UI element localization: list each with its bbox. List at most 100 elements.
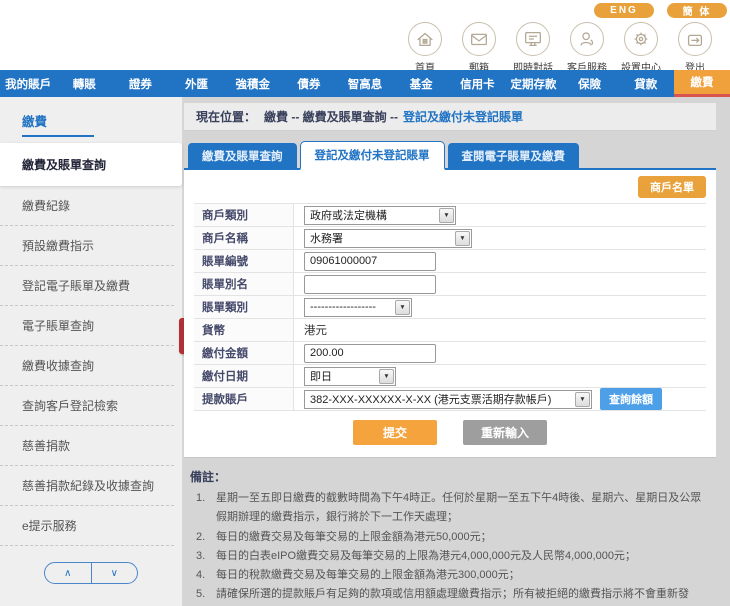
sidebar-item-繳費及賬單查詢[interactable]: 繳費及賬單查詢 bbox=[0, 143, 182, 186]
nav-item-信用卡[interactable]: 信用卡 bbox=[449, 70, 505, 97]
bill-number-field bbox=[294, 252, 706, 271]
bill-type-select[interactable]: ------------------▼ bbox=[304, 298, 412, 317]
merchant-name-selected-value: 水務署 bbox=[310, 230, 343, 246]
breadcrumb-current: 登記及繳付未登記賬單 bbox=[403, 108, 523, 125]
main-navigation: 我的賬戶轉賬證券外匯強積金債券智高息基金信用卡定期存款保險貸款繳費 bbox=[0, 70, 730, 97]
tab-bar: 繳費及賬單查詢登記及繳付未登記賬單查閱電子賬單及繳費 bbox=[184, 141, 716, 170]
bill-number-input[interactable] bbox=[304, 252, 436, 271]
form-row-currency: 貨幣港元 bbox=[194, 319, 706, 342]
sidebar-item-繳費紀錄[interactable]: 繳費紀錄 bbox=[0, 186, 174, 226]
form-row-debit-account: 提款賬戶382-XXX-XXXXXX-X-XX (港元支票活期存款帳戶)▼查詢餘… bbox=[194, 388, 706, 411]
tab-繳費及賬單查詢[interactable]: 繳費及賬單查詢 bbox=[188, 143, 297, 168]
form-row-amount: 繳付金額 bbox=[194, 342, 706, 365]
currency-value: 港元 bbox=[304, 322, 327, 338]
sidebar-item-繳費收據查詢[interactable]: 繳費收據查詢 bbox=[0, 346, 174, 386]
nav-item-債券[interactable]: 債券 bbox=[281, 70, 337, 97]
nav-item-貸款[interactable]: 貸款 bbox=[618, 70, 674, 97]
pay-date-select[interactable]: 即日▼ bbox=[304, 367, 396, 386]
tab-查閱電子賬單及繳費[interactable]: 查閱電子賬單及繳費 bbox=[448, 143, 580, 168]
chevron-down-icon: ▼ bbox=[379, 369, 394, 384]
notes-section: 備註： 星期一至五即日繳費的截數時間為下午4時正。任何於星期一至五下午4時後、星… bbox=[184, 458, 716, 606]
form-row-bill-alias: 賬單別名 bbox=[194, 273, 706, 296]
sidebar-item-登記電子賬單及繳費[interactable]: 登記電子賬單及繳費 bbox=[0, 266, 174, 306]
form-row-pay-date: 繳付日期即日▼ bbox=[194, 365, 706, 388]
bill-type-selected-value: ------------------ bbox=[310, 301, 376, 313]
sidebar-item-慈善捐款[interactable]: 慈善捐款 bbox=[0, 426, 174, 466]
note-item-1: 星期一至五即日繳費的截數時間為下午4時正。任何於星期一至五下午4時後、星期六、星… bbox=[190, 489, 710, 528]
debit-account-select[interactable]: 382-XXX-XXXXXX-X-XX (港元支票活期存款帳戶)▼ bbox=[304, 390, 592, 409]
pay-date-label: 繳付日期 bbox=[194, 365, 294, 387]
bill-alias-field bbox=[294, 275, 706, 294]
amount-label: 繳付金額 bbox=[194, 342, 294, 364]
bill-alias-label: 賬單別名 bbox=[194, 273, 294, 295]
payment-form: 商戶類別政府或法定機構 ▼ 商戶名稱水務署 ▼ 賬單編號賬單別名賬單類別 --------… bbox=[194, 203, 706, 411]
language-buttons: ENG 簡 体 bbox=[594, 3, 727, 18]
bill-type-label: 賬單類別 bbox=[194, 296, 294, 318]
merchant-type-selected-value: 政府或法定機構 bbox=[310, 207, 387, 223]
bill-alias-input[interactable] bbox=[304, 275, 436, 294]
main-content: 現在位置： 繳費 -- 繳費及賬單查詢 -- 登記及繳付未登記賬單 繳費及賬單查… bbox=[184, 97, 730, 606]
merchant-name-label: 商戶名稱 bbox=[194, 227, 294, 249]
scroll-down-icon[interactable]: ∨ bbox=[92, 563, 138, 583]
mail-shortcut[interactable]: 郵箱 bbox=[452, 22, 506, 74]
sidebar-scroll-control: ∧ ∨ bbox=[44, 562, 138, 584]
sidebar-header: 繳費 bbox=[22, 111, 94, 137]
nav-item-轉賬[interactable]: 轉賬 bbox=[56, 70, 112, 97]
nav-item-保險[interactable]: 保險 bbox=[562, 70, 618, 97]
page: ENG 簡 体 首頁郵箱即時對話客戶服務設置中心登出 我的賬戶轉賬證券外匯強積金債… bbox=[0, 0, 730, 606]
currency-field: 港元 bbox=[294, 322, 706, 338]
chevron-down-icon: ▼ bbox=[439, 208, 454, 223]
home-shortcut[interactable]: 首頁 bbox=[398, 22, 452, 74]
chevron-down-icon: ▼ bbox=[575, 392, 590, 407]
live-chat-shortcut[interactable]: 即時對話 bbox=[506, 22, 560, 74]
note-item-5: 請確保所選的提款賬戶有足夠的款項或信用額處理繳費指示；所有被拒絕的繳費指示將不會… bbox=[190, 585, 710, 606]
simplified-language-button[interactable]: 簡 体 bbox=[667, 3, 727, 18]
sidebar-item-慈善捐款紀錄及收據查詢[interactable]: 慈善捐款紀錄及收據查詢 bbox=[0, 466, 174, 506]
note-item-2: 每日的繳費交易及每筆交易的上限金額為港元50,000元； bbox=[190, 528, 710, 547]
eng-language-button[interactable]: ENG bbox=[594, 3, 654, 18]
merchant-type-field: 政府或法定機構 ▼ bbox=[294, 206, 706, 225]
sidebar-item-查詢客戶登記檢索[interactable]: 查詢客戶登記檢索 bbox=[0, 386, 174, 426]
currency-label: 貨幣 bbox=[194, 319, 294, 341]
reset-button[interactable]: 重新輸入 bbox=[463, 420, 547, 445]
check-balance-button[interactable]: 查詢餘額 bbox=[600, 388, 662, 410]
logout-icon bbox=[678, 22, 712, 56]
settings-icon bbox=[624, 22, 658, 56]
sidebar-item-預設繳費指示[interactable]: 預設繳費指示 bbox=[0, 226, 174, 266]
amount-input[interactable] bbox=[304, 344, 436, 363]
sidebar-list: 繳費及賬單查詢繳費紀錄預設繳費指示登記電子賬單及繳費電子賬單查詢繳費收據查詢查詢… bbox=[0, 143, 182, 546]
note-item-4: 每日的稅款繳費交易及每筆交易的上限金額為港元300,000元； bbox=[190, 566, 710, 585]
quick-icon-row: 首頁郵箱即時對話客戶服務設置中心登出 bbox=[398, 22, 722, 74]
submit-button[interactable]: 提交 bbox=[353, 420, 437, 445]
nav-item-定期存款[interactable]: 定期存款 bbox=[505, 70, 561, 97]
sidebar-item-電子賬單查詢[interactable]: 電子賬單查詢 bbox=[0, 306, 174, 346]
merchant-name-field: 水務署 ▼ bbox=[294, 229, 706, 248]
nav-item-智高息[interactable]: 智高息 bbox=[337, 70, 393, 97]
chevron-down-icon: ▼ bbox=[455, 231, 470, 246]
nav-item-基金[interactable]: 基金 bbox=[393, 70, 449, 97]
breadcrumb-prefix: 現在位置： bbox=[196, 108, 256, 125]
breadcrumb: 現在位置： 繳費 -- 繳費及賬單查詢 -- 登記及繳付未登記賬單 bbox=[184, 103, 716, 131]
form-row-bill-number: 賬單編號 bbox=[194, 250, 706, 273]
bill-type-field: ------------------▼ bbox=[294, 298, 706, 317]
merchant-type-label: 商戶類別 bbox=[194, 204, 294, 226]
logout-shortcut[interactable]: 登出 bbox=[668, 22, 722, 74]
nav-item-外匯[interactable]: 外匯 bbox=[168, 70, 224, 97]
merchant-type-select[interactable]: 政府或法定機構 ▼ bbox=[304, 206, 456, 225]
sidebar: 繳費 繳費及賬單查詢繳費紀錄預設繳費指示登記電子賬單及繳費電子賬單查詢繳費收據查… bbox=[0, 97, 183, 606]
merchant-name-select[interactable]: 水務署 ▼ bbox=[304, 229, 472, 248]
breadcrumb-path: 繳費 -- 繳費及賬單查詢 -- bbox=[264, 108, 398, 125]
nav-item-強積金[interactable]: 強積金 bbox=[225, 70, 281, 97]
nav-item-證券[interactable]: 證券 bbox=[112, 70, 168, 97]
sidebar-item-e提示服務[interactable]: e提示服務 bbox=[0, 506, 174, 546]
tab-登記及繳付未登記賬單[interactable]: 登記及繳付未登記賬單 bbox=[300, 141, 445, 170]
nav-item-我的賬戶[interactable]: 我的賬戶 bbox=[0, 70, 56, 97]
debit-account-field: 382-XXX-XXXXXX-X-XX (港元支票活期存款帳戶)▼ 查詢餘額 bbox=[294, 388, 706, 410]
settings-shortcut[interactable]: 設置中心 bbox=[614, 22, 668, 74]
live-chat-icon bbox=[516, 22, 550, 56]
scroll-up-icon[interactable]: ∧ bbox=[45, 563, 92, 583]
customer-service-shortcut[interactable]: 客戶服務 bbox=[560, 22, 614, 74]
merchant-list-button[interactable]: 商戶名單 bbox=[638, 176, 706, 198]
home-icon bbox=[408, 22, 442, 56]
nav-item-繳費[interactable]: 繳費 bbox=[674, 70, 730, 97]
